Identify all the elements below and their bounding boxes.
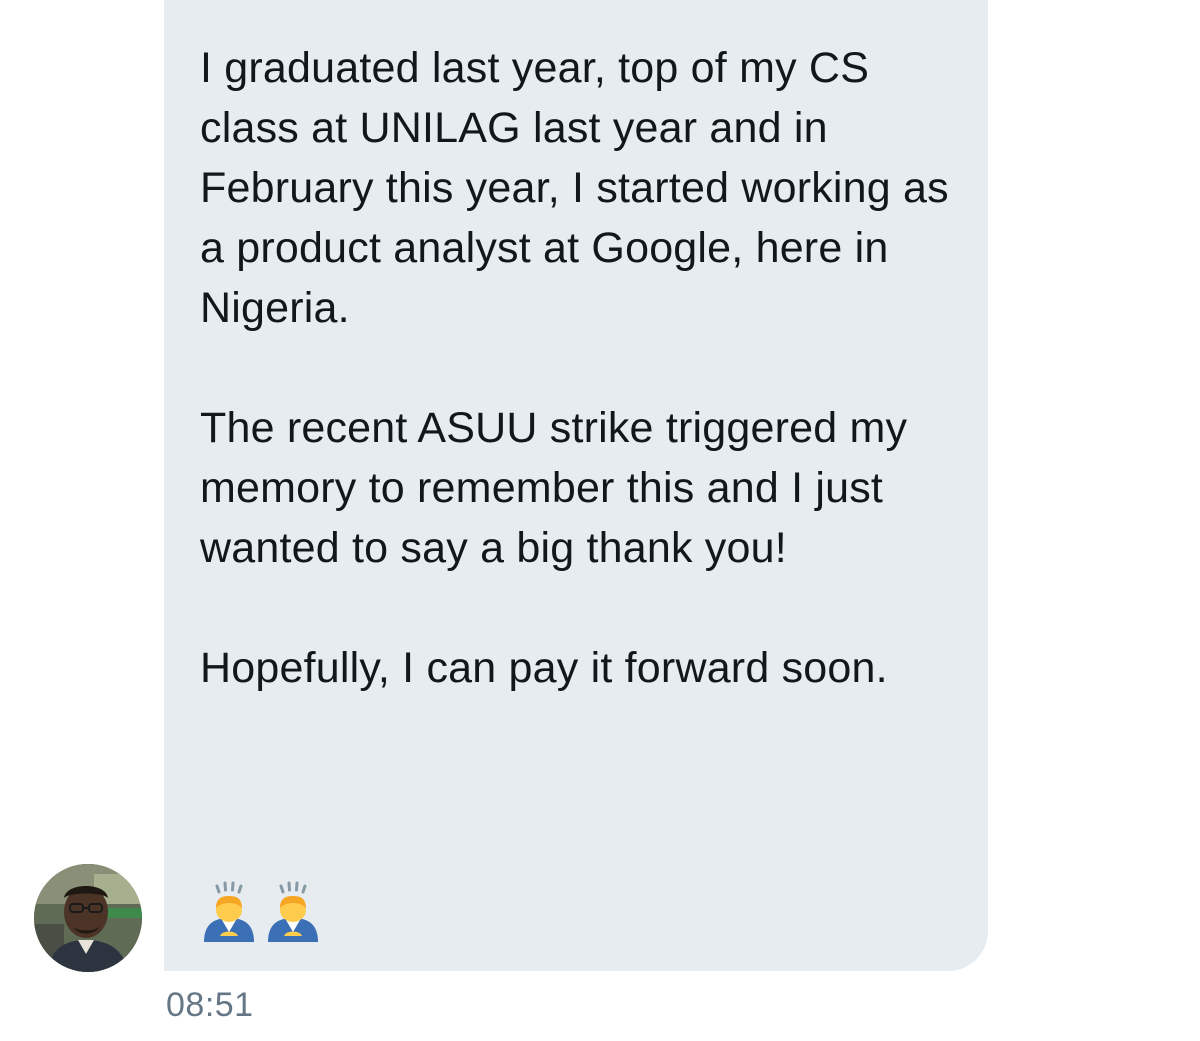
emoji-row [200, 880, 322, 944]
message-paragraph-1: I graduated last year, top of my CS clas… [200, 44, 949, 332]
message-text: I graduated last year, top of my CS clas… [200, 38, 960, 758]
message-timestamp: 08:51 [166, 986, 254, 1024]
person-bowing-icon [268, 881, 318, 942]
person-bowing-icon [204, 881, 254, 942]
avatar-photo [34, 864, 142, 972]
message-paragraph-2: The recent ASUU strike triggered my memo… [200, 404, 908, 572]
sender-avatar[interactable] [34, 864, 142, 972]
message-paragraph-3: Hopefully, I can pay it forward soon. [200, 644, 888, 692]
